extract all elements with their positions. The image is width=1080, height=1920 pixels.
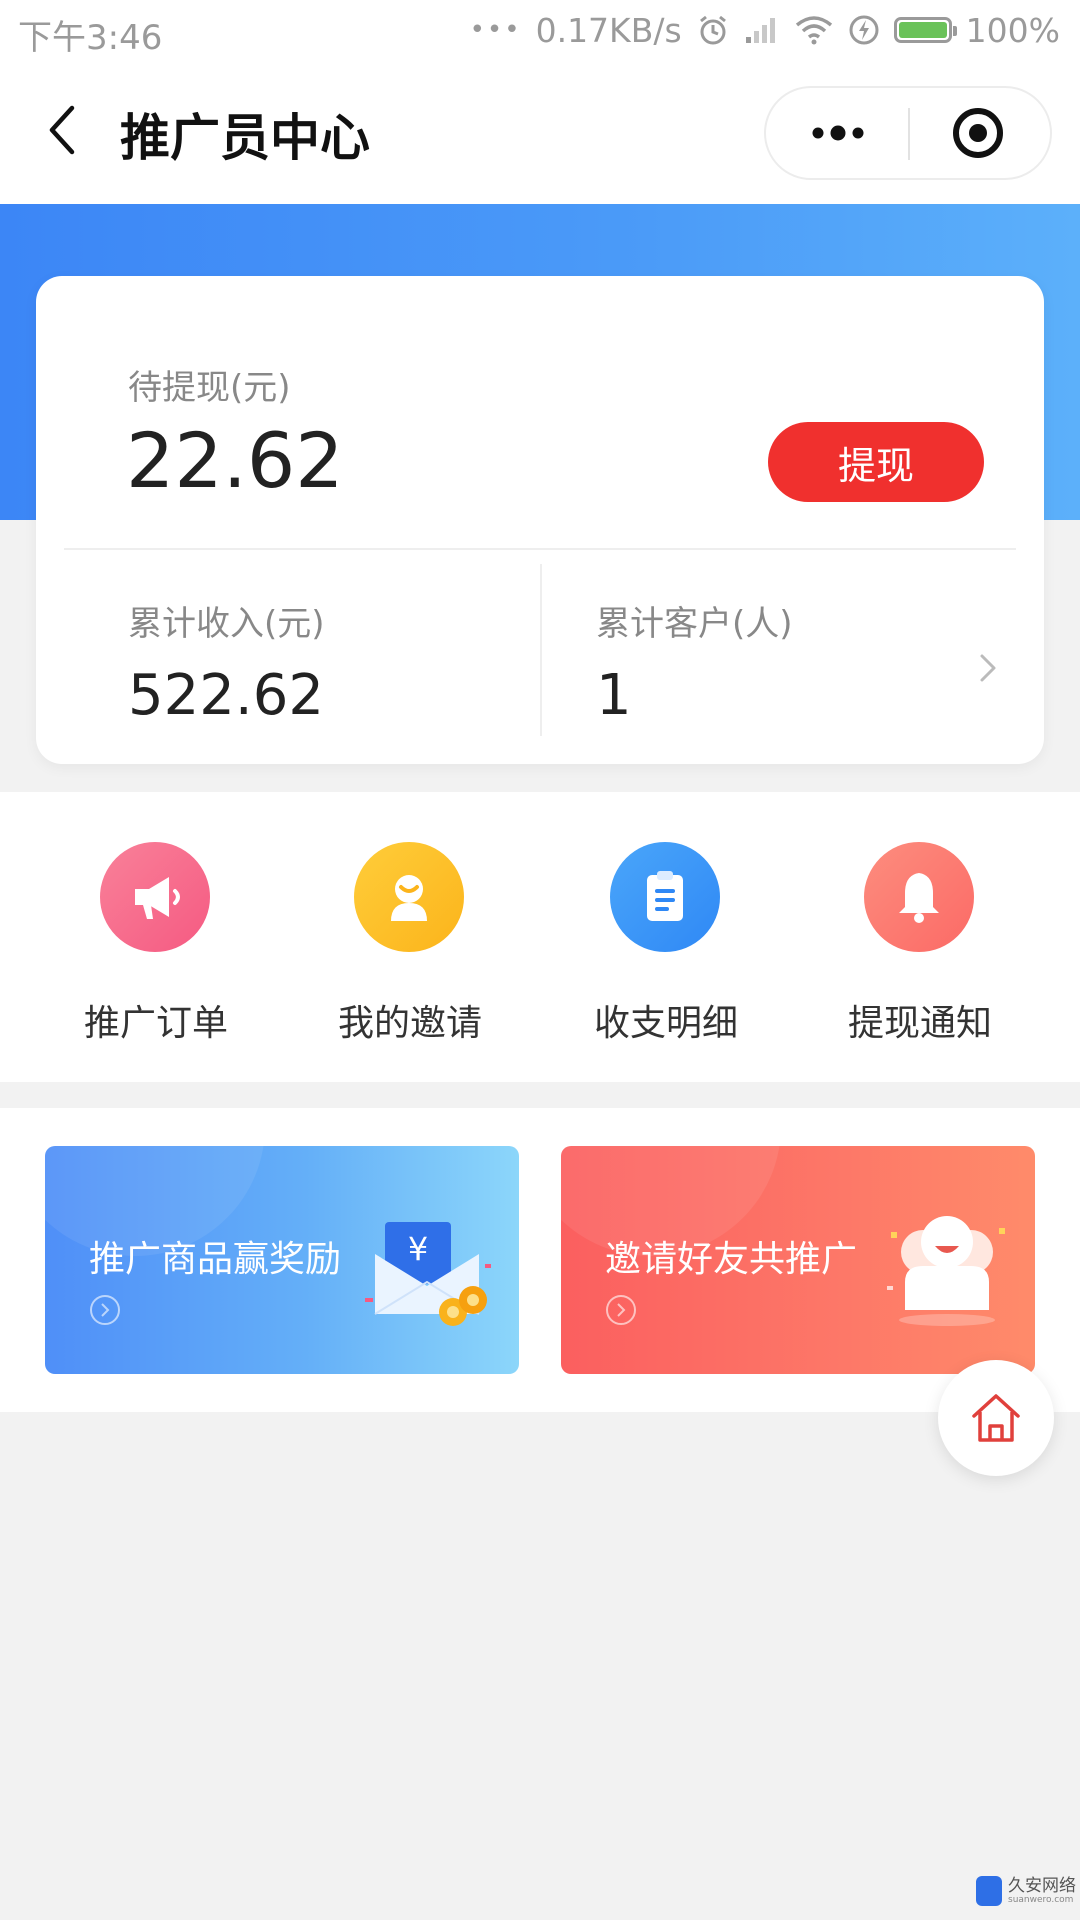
mini-program-capsule	[764, 86, 1052, 180]
banner-title: 邀请好友共推广	[605, 1239, 858, 1280]
banner-title: 推广商品赢奖励	[89, 1239, 342, 1280]
menu-item-withdraw-notices[interactable]: 提现通知	[820, 842, 1020, 1044]
status-dots: •••	[469, 15, 522, 45]
status-time: 下午3:46	[18, 18, 163, 58]
watermark-subtext: suanwero.com	[1008, 1895, 1074, 1905]
total-customers-value: 1	[596, 663, 632, 728]
page-title: 推广员中心	[120, 109, 370, 167]
total-income: 累计收入(元) 522.62	[128, 596, 325, 728]
wifi-icon	[795, 16, 832, 45]
bell-icon	[864, 842, 974, 952]
invite-icon	[354, 842, 464, 952]
promo-banners: 推广商品赢奖励 ¥ 邀请好友共推广	[0, 1108, 1080, 1412]
friends-icon	[887, 1216, 1005, 1326]
more-button[interactable]	[766, 88, 906, 178]
total-income-value: 522.62	[128, 663, 324, 728]
menu-label: 收支明细	[593, 1003, 738, 1044]
back-icon[interactable]	[36, 100, 96, 160]
signal-icon	[745, 18, 775, 43]
total-customers[interactable]: 累计客户(人) 1	[596, 596, 793, 728]
close-button[interactable]	[910, 88, 1050, 178]
battery-icon	[893, 17, 957, 43]
charging-icon	[849, 15, 879, 45]
close-icon	[953, 108, 1003, 158]
menu-label: 提现通知	[847, 1003, 992, 1044]
status-bar: 下午3:46 ••• 0.17KB/s 100%	[0, 0, 1080, 62]
home-icon	[972, 1394, 1020, 1442]
arrow-circle-icon	[606, 1295, 636, 1325]
balance-card: 待提现(元) 22.62 提现 累计收入(元) 522.62 累计客户(人) 1	[36, 276, 1044, 764]
home-button[interactable]	[938, 1360, 1054, 1476]
menu-item-income-expense-details[interactable]: 收支明细	[566, 842, 766, 1044]
watermark: 久安网络 suanwero.com	[976, 1876, 1076, 1906]
quick-menu: 推广订单 我的邀请 收支明细 提现通知	[0, 792, 1080, 1082]
card-column-divider	[540, 564, 542, 736]
alarm-icon	[699, 15, 726, 45]
svg-text:¥: ¥	[408, 1230, 428, 1268]
arrow-circle-icon	[90, 1295, 120, 1325]
nav-bar: 推广员中心	[0, 62, 1080, 204]
chevron-right-icon[interactable]	[974, 648, 1002, 688]
watermark-logo	[976, 1876, 1002, 1906]
menu-item-my-invites[interactable]: 我的邀请	[310, 842, 510, 1044]
watermark-text: 久安网络	[1008, 1876, 1076, 1896]
card-divider	[64, 548, 1016, 550]
menu-label: 我的邀请	[337, 1003, 482, 1044]
withdraw-button[interactable]: 提现	[768, 422, 984, 502]
menu-item-promotion-orders[interactable]: 推广订单	[56, 842, 256, 1044]
clipboard-icon	[610, 842, 720, 952]
total-customers-label: 累计客户(人)	[596, 604, 793, 644]
more-icon	[812, 125, 864, 141]
status-indicators: ••• 0.17KB/s 100%	[470, 8, 1060, 52]
pending-withdraw-amount: 22.62	[126, 416, 344, 505]
menu-label: 推广订单	[83, 1003, 228, 1044]
network-speed: 0.17KB/s	[535, 10, 682, 50]
banner-invite-friends[interactable]: 邀请好友共推广	[561, 1146, 1035, 1374]
banner-promote-products[interactable]: 推广商品赢奖励 ¥	[45, 1146, 519, 1374]
red-envelope-icon: ¥	[365, 1222, 491, 1326]
battery-percent: 100%	[965, 10, 1060, 50]
megaphone-icon	[100, 842, 210, 952]
total-income-label: 累计收入(元)	[128, 604, 325, 644]
pending-withdraw-label: 待提现(元)	[128, 368, 291, 408]
